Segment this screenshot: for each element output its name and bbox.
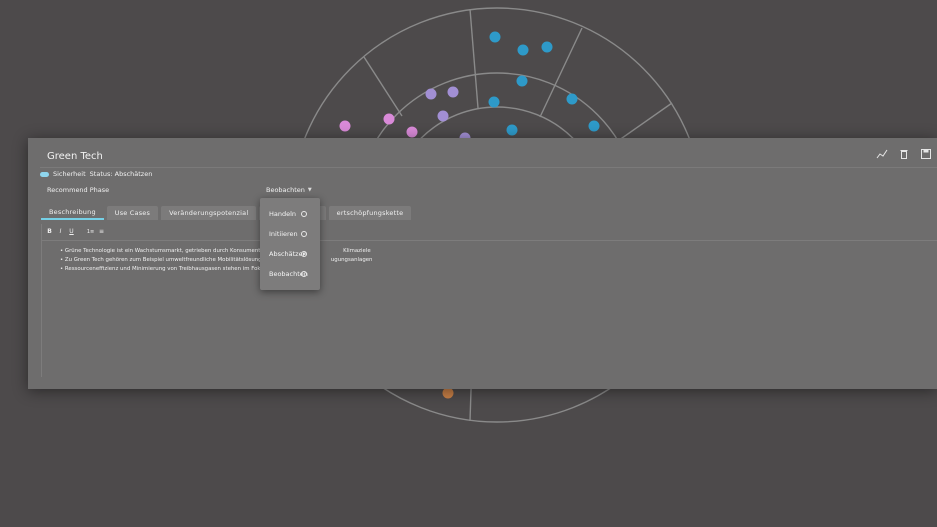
radar-dot (442, 387, 454, 399)
description-list: Grüne Technologie ist ein Wachstumsmarkt… (60, 247, 373, 274)
bullet-list-button[interactable]: ≡ (97, 227, 106, 236)
list-item: Zu Green Tech gehören zum Beispiel umwel… (60, 256, 373, 265)
list-item: Ressourceneffizienz und Minimierung von … (60, 265, 372, 274)
chart-line-icon[interactable] (875, 147, 889, 161)
phase-dropdown: Handeln Initiieren Abschätzen Beobachten (260, 198, 320, 290)
phase-select-value: Beobachten (266, 186, 305, 194)
radio-beobachten[interactable] (301, 271, 307, 277)
option-handeln[interactable]: Handeln (269, 210, 296, 218)
radar-dot (383, 113, 395, 125)
save-icon[interactable] (919, 147, 933, 161)
radar-dot (541, 41, 553, 53)
radar-dot (488, 96, 500, 108)
radar-dot (516, 75, 528, 87)
chevron-down-icon: ▼ (307, 187, 312, 193)
tab-bar: Beschreibung Use Cases Veränderungspoten… (41, 206, 412, 220)
radar-dot (339, 120, 351, 132)
sicherheit-tag-icon[interactable] (40, 171, 49, 177)
toolbar-divider (42, 240, 937, 241)
list-item: Grüne Technologie ist ein Wachstumsmarkt… (60, 247, 372, 256)
radar-dot (425, 88, 437, 100)
phase-select[interactable]: Beobachten ▼ (266, 186, 312, 194)
option-initiieren[interactable]: Initiieren (269, 230, 298, 238)
tag-row: Sicherheit Status: Abschätzen (40, 170, 152, 178)
underline-button[interactable]: U (67, 227, 76, 236)
trash-icon[interactable] (897, 147, 911, 161)
radar-dot (588, 120, 600, 132)
radio-initiieren[interactable] (301, 231, 307, 237)
radio-handeln[interactable] (301, 211, 307, 217)
rich-text-editor[interactable]: B I U 1≡ ≡ Grüne Technologie ist ein Wac… (41, 224, 937, 377)
radar-dot (566, 93, 578, 105)
italic-button[interactable]: I (56, 227, 65, 236)
tab-use-cases[interactable]: Use Cases (106, 206, 159, 220)
panel-title: Green Tech (47, 151, 103, 162)
ordered-list-button[interactable]: 1≡ (86, 227, 95, 236)
status-text: Status: Abschätzen (89, 170, 153, 178)
radar-dot (437, 110, 449, 122)
radio-abschaetzen[interactable] (301, 251, 307, 257)
recommend-phase-label: Recommend Phase (47, 186, 110, 194)
editor-toolbar: B I U 1≡ ≡ (45, 227, 106, 236)
radar-dot (517, 44, 529, 56)
radar-dot (447, 86, 459, 98)
tab-beschreibung[interactable]: Beschreibung (41, 206, 104, 220)
radar-dot (489, 31, 501, 43)
radar-dot (506, 124, 518, 136)
title-divider (40, 167, 937, 168)
technology-detail-panel: Green Tech Sicherheit Status: Abschätzen… (28, 138, 937, 389)
tab-wertschoepfungskette[interactable]: ertschöpfungskette (328, 206, 412, 220)
tab-veraenderungspotenzial[interactable]: Veränderungspotenzial (161, 206, 257, 220)
tag-label: Sicherheit (53, 170, 86, 178)
header-actions (875, 147, 933, 161)
radar-dot (406, 126, 418, 138)
bold-button[interactable]: B (45, 227, 54, 236)
